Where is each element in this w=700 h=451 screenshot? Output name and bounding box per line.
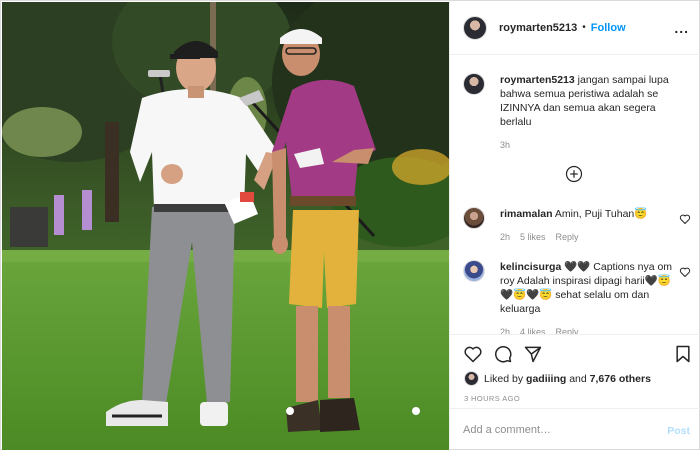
post-header: roymarten5213 • Follow ... bbox=[450, 1, 700, 55]
caption-time[interactable]: 3h bbox=[500, 138, 510, 152]
comment-body: rimamalan Amin, Puji Tuhan😇 2h 5 likes R… bbox=[500, 207, 675, 244]
comment-item: rimamalan Amin, Puji Tuhan😇 2h 5 likes R… bbox=[463, 207, 691, 244]
comment-likes-count[interactable]: 5 likes bbox=[520, 230, 546, 244]
likes-summary: Liked by gadiiing and 7,676 others bbox=[464, 371, 651, 386]
more-options-icon[interactable]: ... bbox=[674, 20, 689, 36]
heart-icon[interactable] bbox=[463, 344, 483, 364]
likes-others-link[interactable]: 7,676 others bbox=[590, 373, 651, 385]
caption-meta: 3h bbox=[500, 138, 675, 152]
comment-meta: 2h 4 likes Reply bbox=[500, 325, 675, 334]
instagram-post-window: roymarten5213 • Follow ... roymarten5213… bbox=[0, 0, 700, 451]
comments-list[interactable]: roymarten5213 jangan sampai lupa bahwa s… bbox=[450, 55, 700, 334]
heart-icon[interactable] bbox=[679, 213, 691, 225]
author-avatar[interactable] bbox=[463, 15, 487, 40]
paper-plane-icon[interactable] bbox=[523, 344, 543, 364]
follow-button[interactable]: Follow bbox=[591, 22, 626, 34]
header-separator: • bbox=[582, 22, 586, 33]
author-username[interactable]: roymarten5213 bbox=[499, 22, 577, 34]
post-timestamp[interactable]: 3 HOURS AGO bbox=[464, 394, 520, 403]
plus-circle-icon[interactable] bbox=[565, 165, 583, 183]
heart-icon[interactable] bbox=[679, 266, 691, 278]
comment-username[interactable]: kelincisurga bbox=[500, 261, 561, 273]
comment-input[interactable] bbox=[463, 421, 643, 439]
golf-course-illustration bbox=[2, 2, 449, 450]
add-comment-bar: Post bbox=[450, 408, 700, 451]
likes-joiner: and bbox=[569, 372, 587, 385]
comment-body: kelincisurga 🖤🖤 Captions nya om roy Adal… bbox=[500, 260, 675, 334]
liker-avatar[interactable] bbox=[464, 371, 479, 386]
post-side-panel: roymarten5213 • Follow ... roymarten5213… bbox=[449, 1, 700, 451]
bookmark-icon[interactable] bbox=[673, 344, 693, 364]
caption-username[interactable]: roymarten5213 bbox=[500, 74, 575, 86]
commenter-avatar[interactable] bbox=[463, 260, 485, 282]
post-photo[interactable] bbox=[2, 2, 449, 450]
caption-body: roymarten5213 jangan sampai lupa bahwa s… bbox=[500, 73, 675, 152]
commenter-avatar[interactable] bbox=[463, 207, 485, 229]
post-comment-button[interactable]: Post bbox=[667, 425, 690, 437]
comment-meta: 2h 5 likes Reply bbox=[500, 230, 675, 244]
reply-button[interactable]: Reply bbox=[556, 230, 579, 244]
comment-item: kelincisurga 🖤🖤 Captions nya om roy Adal… bbox=[463, 260, 691, 334]
comment-text: Amin, Puji Tuhan😇 bbox=[554, 208, 648, 220]
comment-icon[interactable] bbox=[493, 344, 513, 364]
reply-button[interactable]: Reply bbox=[556, 325, 579, 334]
likes-prefix: Liked by bbox=[484, 372, 524, 385]
comment-time[interactable]: 2h bbox=[500, 230, 510, 244]
comment-username[interactable]: rimamalan bbox=[500, 208, 553, 220]
comment-likes-count[interactable]: 4 likes bbox=[520, 325, 546, 334]
liker-username[interactable]: gadiiing bbox=[526, 373, 566, 385]
caption-author-avatar[interactable] bbox=[463, 73, 485, 95]
caption-row: roymarten5213 jangan sampai lupa bahwa s… bbox=[463, 73, 691, 152]
comment-time[interactable]: 2h bbox=[500, 325, 510, 334]
action-bar: Liked by gadiiing and 7,676 others 3 HOU… bbox=[450, 334, 700, 408]
